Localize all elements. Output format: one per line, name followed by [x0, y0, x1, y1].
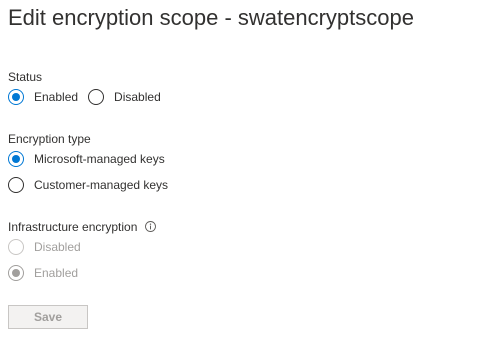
status-enabled-label[interactable]: Enabled [34, 89, 78, 105]
status-radio-group: Enabled Disabled [8, 87, 161, 107]
edit-encryption-scope-page: Edit encryption scope - swatencryptscope… [0, 0, 486, 341]
infrastructure-enabled-radio [8, 265, 24, 281]
customer-managed-keys-radio[interactable] [8, 177, 24, 193]
microsoft-managed-keys-label[interactable]: Microsoft-managed keys [34, 151, 165, 167]
status-disabled-label[interactable]: Disabled [114, 89, 161, 105]
encryption-type-label: Encryption type [8, 132, 91, 146]
microsoft-managed-keys-radio[interactable] [8, 151, 24, 167]
infrastructure-disabled-label: Disabled [34, 240, 81, 254]
save-button[interactable]: Save [8, 305, 88, 329]
infrastructure-enabled-option: Enabled [8, 263, 78, 283]
infrastructure-enabled-label: Enabled [34, 266, 79, 280]
infrastructure-encryption-label: Infrastructure encryption [8, 220, 138, 234]
page-title: Edit encryption scope - swatencryptscope [8, 5, 414, 30]
infrastructure-disabled-option: Disabled [8, 237, 81, 257]
customer-managed-keys-label[interactable]: Customer-managed keys [34, 177, 168, 193]
status-disabled-radio[interactable] [88, 89, 105, 105]
encryption-type-customer-option[interactable]: Customer-managed keys [8, 175, 168, 195]
infrastructure-disabled-radio [8, 239, 24, 255]
info-icon[interactable] [145, 221, 157, 232]
encryption-type-microsoft-option[interactable]: Microsoft-managed keys [8, 149, 165, 169]
infrastructure-encryption-label-row: Infrastructure encryption [8, 219, 157, 235]
status-enabled-radio[interactable] [8, 89, 24, 105]
status-label: Status [8, 70, 43, 84]
